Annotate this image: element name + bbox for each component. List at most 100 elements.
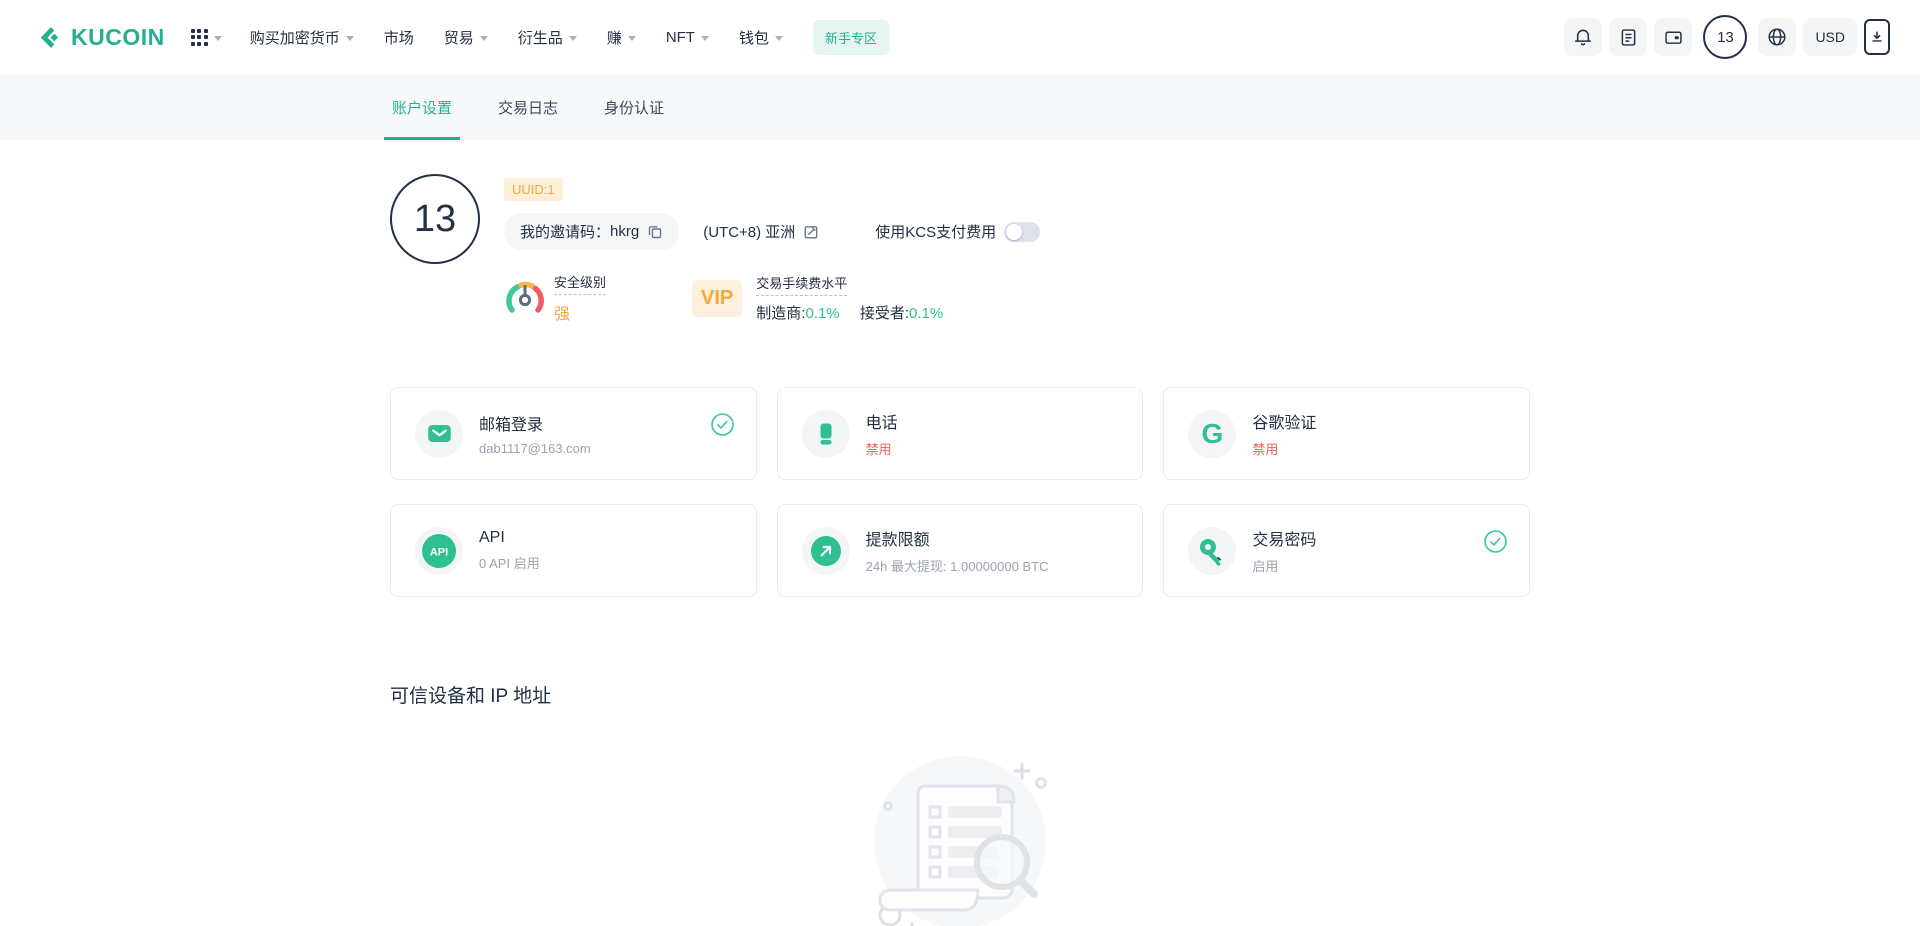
download-icon (1870, 30, 1884, 44)
nav-item-label: 钱包 (739, 27, 769, 48)
trusted-devices-heading: 可信设备和 IP 地址 (390, 681, 1530, 708)
security-card-1[interactable]: 电话禁用 (777, 387, 1144, 480)
user-avatar[interactable]: 13 (1703, 15, 1747, 59)
maker-fee-value: 0.1% (805, 305, 839, 322)
apps-caret-icon (214, 36, 222, 41)
edit-timezone-button[interactable] (803, 224, 819, 240)
uuid-badge: UUID:1 (504, 178, 563, 201)
card-subtitle: 禁用 (866, 439, 898, 458)
wallet-button[interactable] (1654, 18, 1692, 56)
copy-referral-button[interactable] (647, 224, 663, 240)
tab-2[interactable]: 身份认证 (602, 74, 666, 140)
kcs-toggle-label: 使用KCS支付费用 (875, 221, 996, 242)
kcs-fee-row: 使用KCS支付费用 (875, 221, 1040, 242)
maker-fee-label: 制造商: (756, 305, 805, 322)
chevron-down-icon (628, 36, 636, 41)
referral-label: 我的邀请码： (520, 221, 610, 242)
taker-fee-label: 接受者: (860, 305, 909, 322)
main-menu: 购买加密货币 市场 贸易 衍生品 赚 NFT 钱包 (250, 27, 813, 48)
empty-list-illustration (860, 750, 1060, 926)
security-card-2[interactable]: G 谷歌验证禁用 (1163, 387, 1530, 480)
chevron-down-icon (701, 36, 709, 41)
notifications-button[interactable] (1564, 18, 1602, 56)
settings-tab-bar: 账户设置 交易日志 身份认证 (0, 74, 1920, 140)
email-icon (415, 410, 463, 458)
tab-label: 身份认证 (604, 97, 664, 118)
referral-code: hkrg (610, 223, 639, 240)
card-title: 邮箱登录 (479, 411, 591, 435)
newbie-zone-badge[interactable]: 新手专区 (813, 20, 889, 55)
check-circle-icon (711, 413, 734, 441)
card-title: 谷歌验证 (1252, 409, 1316, 433)
tab-label: 交易日志 (498, 97, 558, 118)
nav-item-5[interactable]: NFT (666, 29, 709, 46)
chevron-down-icon (569, 36, 577, 41)
download-app-button[interactable] (1864, 19, 1890, 55)
nav-right-controls: 13 USD (1564, 15, 1890, 59)
tab-1[interactable]: 交易日志 (496, 74, 560, 140)
phone-icon (802, 410, 850, 458)
copy-icon (647, 224, 663, 240)
taker-fee-value: 0.1% (909, 305, 943, 322)
google-icon: G (1188, 410, 1236, 458)
nav-item-label: 贸易 (444, 27, 474, 48)
security-gauge-icon (504, 277, 546, 319)
security-level-block: 安全级别 强 (504, 272, 606, 324)
svg-text:API: API (430, 546, 448, 558)
security-level-value: 强 (554, 300, 606, 324)
user-avatar-number: 13 (1717, 29, 1734, 46)
fee-values: 制造商:0.1% 接受者:0.1% (756, 302, 959, 323)
language-button[interactable] (1758, 18, 1796, 56)
nav-item-label: NFT (666, 29, 695, 46)
orders-icon (1618, 27, 1639, 48)
settings-tabs: 账户设置 交易日志 身份认证 (390, 74, 1530, 140)
referral-code-pill: 我的邀请码： hkrg (504, 213, 679, 250)
nav-item-2[interactable]: 贸易 (444, 27, 488, 48)
security-card-5[interactable]: 交易密码启用 (1163, 504, 1530, 597)
tab-label: 账户设置 (392, 97, 452, 118)
api-icon: API (415, 527, 463, 575)
vip-badge: VIP (692, 280, 742, 317)
security-level-label: 安全级别 (554, 272, 606, 295)
check-circle-icon (1484, 530, 1507, 558)
fee-level-block: VIP 交易手续费水平 制造商:0.1% 接受者:0.1% (692, 273, 959, 323)
nav-item-label: 市场 (384, 27, 414, 48)
security-card-3[interactable]: APIAPI0 API 启用 (390, 504, 757, 597)
card-title: API (479, 529, 540, 547)
currency-button[interactable]: USD (1803, 18, 1857, 56)
nav-item-4[interactable]: 赚 (607, 27, 636, 48)
kucoin-logo[interactable]: KUCOIN (36, 24, 165, 51)
profile-section: 13 UUID:1 我的邀请码： hkrg (UTC+8) 亚洲 (390, 174, 1530, 324)
bell-icon (1572, 26, 1594, 48)
edit-icon (803, 224, 819, 240)
card-subtitle: dab1117@163.com (479, 441, 591, 456)
tab-0[interactable]: 账户设置 (390, 74, 454, 140)
nav-item-1[interactable]: 市场 (384, 27, 414, 48)
top-navigation: KUCOIN 购买加密货币 市场 贸易 衍生品 赚 NFT 钱包 新手专区 (0, 0, 1920, 74)
chevron-down-icon (775, 36, 783, 41)
nav-item-label: 赚 (607, 27, 622, 48)
fee-level-label: 交易手续费水平 (756, 273, 847, 296)
nav-item-0[interactable]: 购买加密货币 (250, 27, 354, 48)
withdraw-icon (802, 527, 850, 575)
card-subtitle: 启用 (1252, 556, 1316, 575)
kcs-fee-toggle[interactable] (1004, 222, 1040, 242)
card-title: 提款限额 (866, 526, 1049, 550)
chevron-down-icon (480, 36, 488, 41)
card-subtitle: 禁用 (1252, 439, 1316, 458)
security-card-0[interactable]: 邮箱登录 dab1117@163.com (390, 387, 757, 480)
security-cards-grid: 邮箱登录dab1117@163.com电话禁用G谷歌验证禁用APIAPI0 AP… (390, 387, 1530, 597)
apps-grid-icon[interactable] (191, 29, 208, 46)
security-card-4[interactable]: 提款限额 24h 最大提现: 1.00000000 BTC (777, 504, 1144, 597)
wallet-icon (1663, 27, 1684, 48)
nav-item-label: 衍生品 (518, 27, 563, 48)
orders-button[interactable] (1609, 18, 1647, 56)
timezone-row: (UTC+8) 亚洲 (703, 221, 819, 242)
card-subtitle: 24h 最大提现: 1.00000000 BTC (866, 556, 1049, 575)
brand-name: KUCOIN (71, 24, 165, 51)
nav-item-3[interactable]: 衍生品 (518, 27, 577, 48)
kucoin-logo-icon (36, 24, 63, 51)
currency-label: USD (1815, 29, 1845, 45)
nav-item-6[interactable]: 钱包 (739, 27, 783, 48)
card-title: 交易密码 (1252, 526, 1316, 550)
